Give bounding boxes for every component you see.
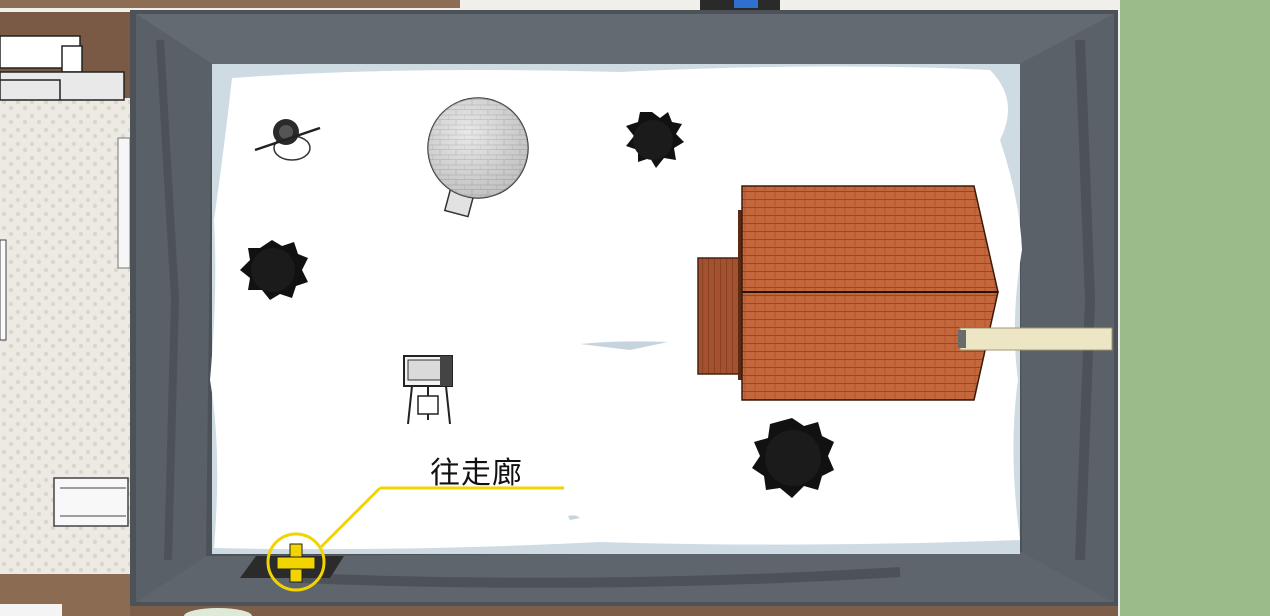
wall-right: [1020, 14, 1114, 602]
exit-label[interactable]: 往走廊: [430, 448, 523, 492]
plank-bridge: [959, 327, 1113, 351]
wall-top: [136, 14, 1114, 64]
grass-area: [1118, 0, 1270, 616]
top-blue-object: [734, 0, 758, 8]
left-bottom-object: [0, 604, 62, 616]
top-wood-strip: [0, 0, 460, 8]
cabin-roof-top: [741, 185, 999, 293]
cabin-icon[interactable]: [697, 185, 999, 401]
